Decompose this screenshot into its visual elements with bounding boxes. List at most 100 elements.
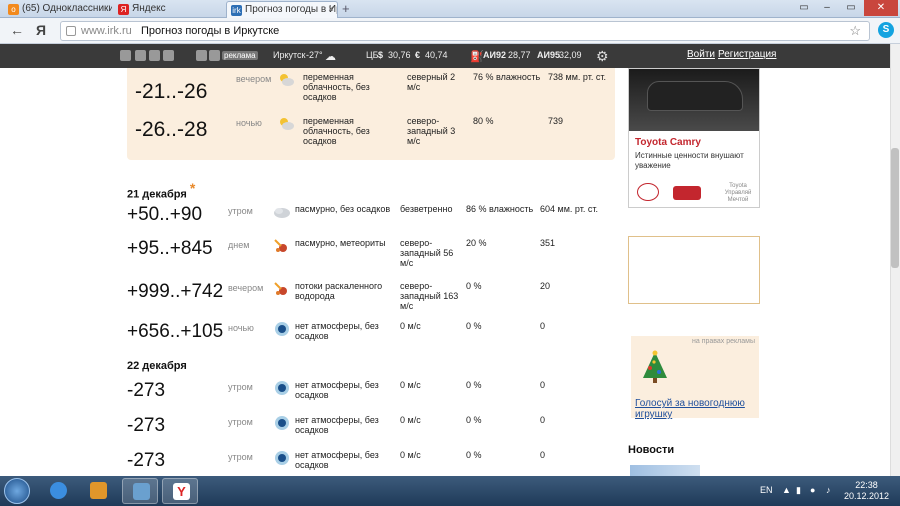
- wind: 0 м/с: [400, 321, 421, 331]
- humidity: 0 %: [466, 380, 482, 390]
- skype-icon[interactable]: S: [878, 22, 894, 38]
- period: ночью: [228, 323, 254, 333]
- forecast-row: -21..-26 вечером переменная облачность, …: [127, 72, 617, 106]
- void-icon: [275, 322, 289, 336]
- back-arrow-icon[interactable]: ←: [10, 22, 24, 38]
- url-page-title: Прогноз погоды в Иркутске: [141, 25, 280, 37]
- period: утром: [228, 382, 253, 392]
- fuel2-label: АИ95: [537, 50, 560, 60]
- christmas-tree-icon: [643, 350, 667, 383]
- tab-odnoklassniki[interactable]: o (65) Одноклассники: [4, 1, 112, 18]
- day-title: 21 декабря: [127, 188, 187, 201]
- pressure: 351: [540, 238, 556, 248]
- fine-print-ad[interactable]: [628, 236, 760, 304]
- temperature: -273: [127, 380, 166, 401]
- tab-yandex[interactable]: Я Яндекс: [114, 1, 224, 18]
- temperature: -26..-28: [135, 118, 208, 141]
- taskbar: Y EN ▲ ▮ ● ♪ 22:38 20.12.2012: [0, 476, 900, 506]
- tray-up-arrow-icon[interactable]: ▲: [782, 485, 791, 495]
- news-thumbnail[interactable]: [630, 465, 700, 476]
- mail-icon[interactable]: [196, 50, 207, 61]
- weather-description: нет атмосферы, без осадков: [295, 415, 379, 435]
- period: утром: [228, 417, 253, 427]
- day-heading: 21 декабря *: [127, 180, 195, 201]
- pressure: 0: [540, 450, 546, 460]
- volume-icon[interactable]: ♪: [826, 485, 831, 495]
- close-icon[interactable]: ×: [328, 4, 334, 15]
- browser-window: o (65) Одноклассники Я Яндекс irk Прогно…: [0, 0, 900, 506]
- temperature: -273: [127, 450, 166, 471]
- yandex-browser-taskbar-icon[interactable]: Y: [162, 478, 198, 504]
- facebook-icon[interactable]: [149, 50, 160, 61]
- pressure: 20: [540, 281, 551, 291]
- network-icon[interactable]: ▮: [796, 485, 801, 496]
- bookmark-window-icon[interactable]: ▭: [795, 0, 813, 16]
- url-input[interactable]: www.irk.ru Прогноз погоды в Иркутске ☆: [60, 21, 870, 41]
- media-player-taskbar-icon[interactable]: [80, 478, 116, 504]
- pressure: 604 мм. рт. ст.: [540, 204, 598, 214]
- humidity: 0 %: [466, 321, 482, 331]
- forecast-row: +999..+742 вечером потоки раскаленного в…: [127, 281, 617, 315]
- mobile-icon[interactable]: [209, 50, 220, 61]
- vk-icon[interactable]: [135, 50, 146, 61]
- meteor-icon: [274, 239, 287, 252]
- minimize-icon[interactable]: –: [818, 0, 836, 16]
- tab-label: Прогноз погоды в Ирк: [245, 4, 338, 15]
- clock-date: 20.12.2012: [844, 491, 890, 501]
- vote-link[interactable]: Голосуй за новогоднюю игрушку: [635, 398, 745, 420]
- city-label: Иркутск: [273, 50, 306, 60]
- tab-label: Яндекс: [132, 3, 166, 14]
- tab-label: (65) Одноклассники: [22, 3, 112, 14]
- ie-icon: [50, 482, 67, 499]
- ie-taskbar-icon[interactable]: [40, 478, 76, 504]
- period: вечером: [236, 74, 272, 84]
- asterisk-mark: *: [189, 180, 196, 196]
- tab-irk-weather[interactable]: irk Прогноз погоды в Ирк ×: [226, 1, 338, 18]
- period: ночью: [236, 118, 262, 128]
- day-heading: 22 декабря: [127, 360, 187, 372]
- cloudy-sun-icon: [280, 74, 294, 86]
- chat-icon[interactable]: [163, 50, 174, 61]
- forecast-row: +50..+90 утром пасмурно, без осадков без…: [127, 204, 617, 238]
- period: днем: [228, 240, 250, 250]
- yandex-button[interactable]: Я: [36, 22, 46, 38]
- toyota-ad-banner[interactable]: Toyota Camry Истинные ценности внушают у…: [628, 68, 760, 208]
- twitter-icon[interactable]: [120, 50, 131, 61]
- wind: 0 м/с: [400, 380, 421, 390]
- login-link[interactable]: Войти: [687, 49, 715, 60]
- weather-description: переменная облачность, без осадков: [303, 72, 370, 102]
- window-close-icon[interactable]: ✕: [864, 0, 898, 16]
- clock-time: 22:38: [855, 480, 878, 490]
- fuel-pump-icon: ⛽: [470, 51, 484, 63]
- system-clock[interactable]: 22:38 20.12.2012: [844, 480, 889, 502]
- gear-icon[interactable]: ⚙: [596, 48, 609, 65]
- star-icon[interactable]: ☆: [849, 23, 861, 39]
- wind: северо-западный 163 м/с: [400, 281, 459, 311]
- site-top-bar: реклама Иркутск -27° ☁ ЦБ $ 30,76 € 40,7…: [0, 44, 890, 68]
- wind: северо-западный 56 м/с: [400, 238, 454, 268]
- new-tab-button[interactable]: +: [342, 1, 350, 16]
- update-icon[interactable]: ●: [810, 485, 815, 495]
- start-button[interactable]: [4, 478, 30, 504]
- monitor-icon: [133, 483, 150, 500]
- humidity: 20 %: [466, 238, 487, 248]
- weather-description: нет атмосферы, без осадков: [295, 380, 379, 400]
- register-link[interactable]: Регистрация: [718, 49, 776, 60]
- maximize-icon[interactable]: ▭: [842, 0, 860, 16]
- wind: 0 м/с: [400, 450, 421, 460]
- temperature: +656..+105: [127, 321, 224, 342]
- humidity: 0 %: [466, 450, 482, 460]
- humidity: 80 %: [473, 116, 494, 126]
- usd-rate: 30,76: [388, 50, 411, 60]
- car-photo: [629, 69, 759, 131]
- humidity: 0 %: [466, 415, 482, 425]
- scrollbar-thumb[interactable]: [891, 148, 899, 268]
- eur-rate: 40,74: [425, 50, 448, 60]
- forecast-row: +95..+845 днем пасмурно, метеориты север…: [127, 238, 617, 272]
- irk-icon: irk: [231, 5, 242, 16]
- monitor-taskbar-icon[interactable]: [122, 478, 158, 504]
- media-player-icon: [90, 482, 107, 499]
- language-indicator[interactable]: EN: [760, 485, 773, 495]
- news-heading: Новости: [628, 444, 675, 456]
- humidity: 76 % влажность: [473, 72, 541, 82]
